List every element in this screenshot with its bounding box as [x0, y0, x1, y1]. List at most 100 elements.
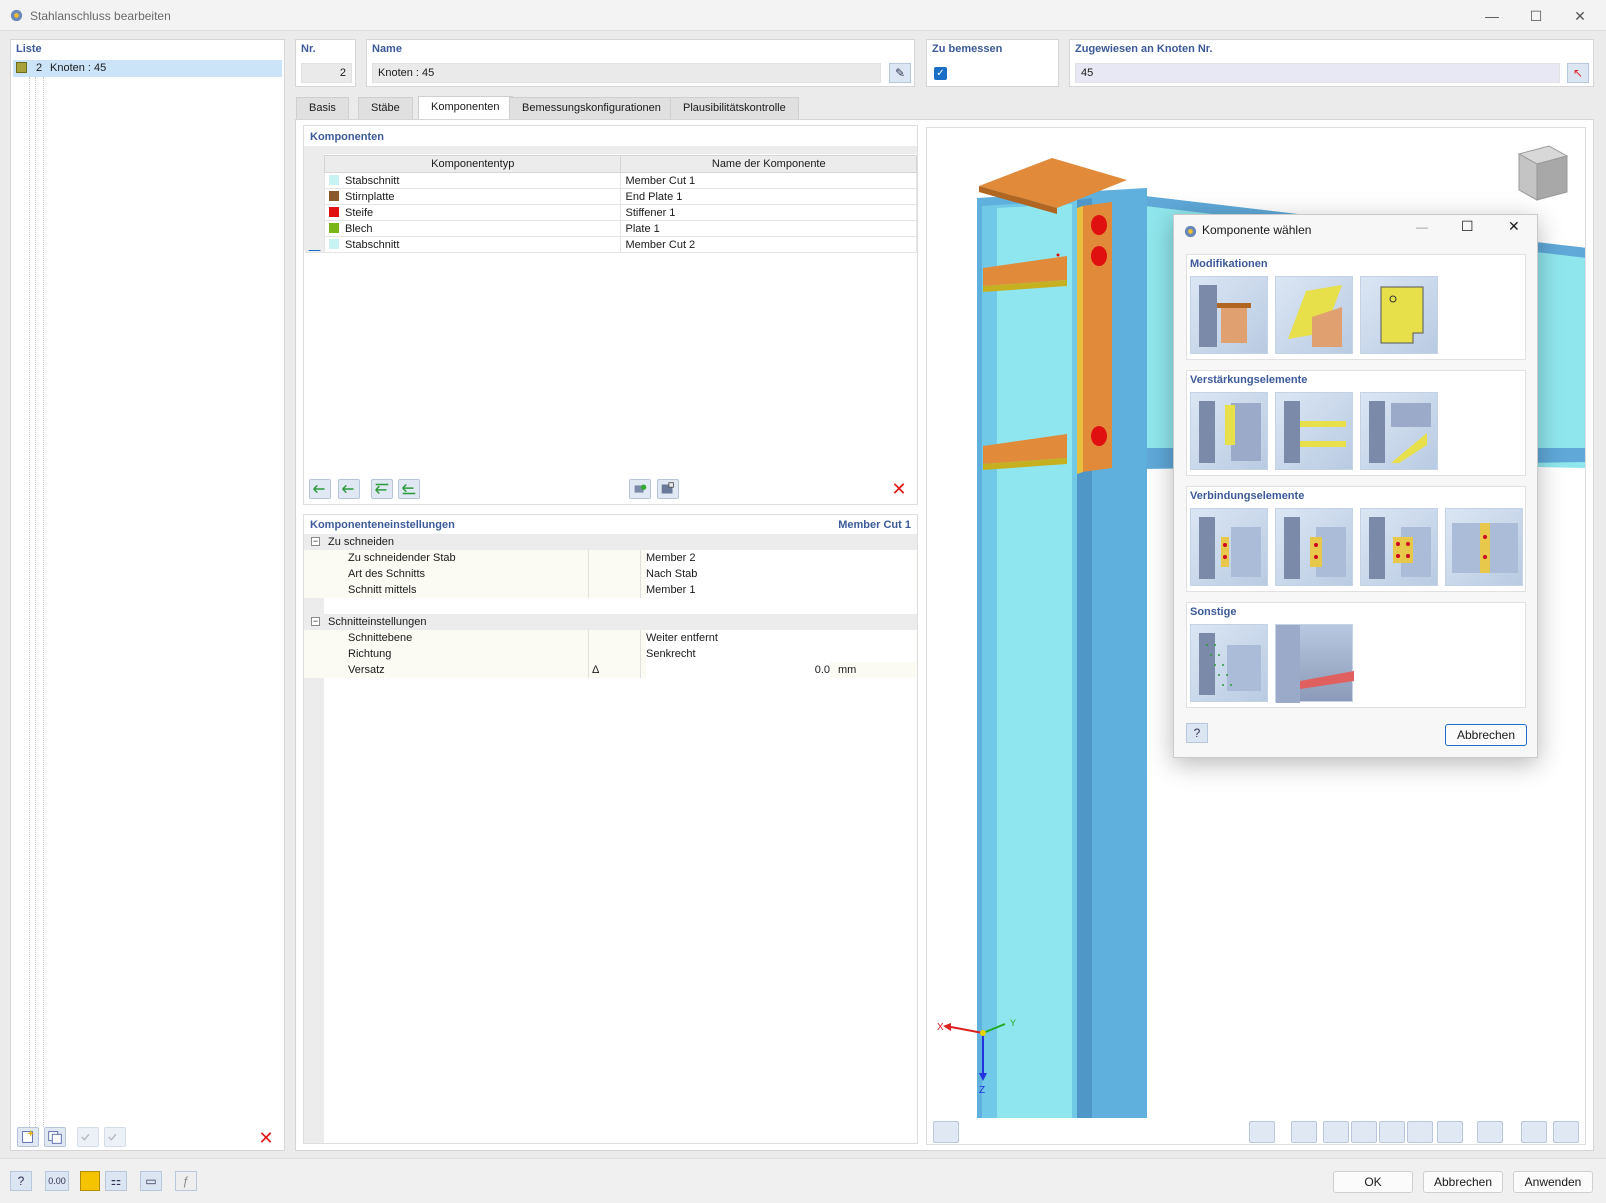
column-header-name[interactable]: Name der Komponente [620, 155, 917, 173]
property-value[interactable]: Nach Stab [646, 566, 916, 582]
edit-name-icon[interactable]: ✎ [889, 63, 911, 83]
property-row[interactable]: Art des Schnitts Nach Stab [304, 566, 917, 582]
move-top-icon[interactable] [371, 479, 393, 499]
ok-button[interactable]: OK [1333, 1171, 1413, 1193]
delete-component-icon[interactable]: ✕ [888, 479, 910, 499]
dialog-maximize-icon[interactable]: ☐ [1461, 218, 1474, 235]
member-cut-tile[interactable] [1190, 276, 1268, 354]
move-bottom-icon[interactable] [398, 479, 420, 499]
move-up-icon[interactable] [309, 479, 331, 499]
collapse-icon[interactable]: − [311, 537, 320, 546]
display-settings-icon[interactable]: ⚏ [105, 1171, 127, 1191]
component-type-cell[interactable]: Stabschnitt [324, 236, 622, 253]
component-name-cell[interactable]: Member Cut 2 [620, 236, 917, 253]
maximize-button[interactable]: ☐ [1514, 4, 1558, 28]
check-all-icon[interactable] [77, 1127, 99, 1147]
component-type-cell[interactable]: Stirnplatte [324, 188, 622, 205]
table-row[interactable]: ✓BlechPlate 1 [304, 220, 917, 237]
cancel-button[interactable]: Abbrechen [1423, 1171, 1503, 1193]
property-value[interactable]: Member 1 [646, 582, 916, 598]
tab-komponenten[interactable]: Komponenten [418, 96, 513, 120]
view-x-icon[interactable] [1323, 1121, 1349, 1143]
dialog-minimize-icon[interactable]: — [1416, 220, 1428, 234]
minimize-button[interactable]: — [1470, 4, 1514, 28]
viewport-settings-icon[interactable] [933, 1121, 959, 1143]
help-icon[interactable]: ? [10, 1171, 32, 1191]
new-item-button[interactable] [17, 1127, 39, 1147]
display-mode-icon[interactable] [1437, 1121, 1463, 1143]
numeric-format-icon[interactable]: 0.00 [45, 1171, 69, 1191]
pick-node-icon[interactable]: ↖ [1567, 63, 1589, 83]
group-schnitteinstellungen[interactable]: − Schnitteinstellungen [304, 614, 917, 630]
delete-item-icon[interactable]: ✕ [255, 1128, 277, 1148]
tab-staebe[interactable]: Stäbe [358, 97, 413, 119]
dialog-help-icon[interactable]: ? [1186, 723, 1208, 743]
table-row[interactable]: ✓SteifeStiffener 1 [304, 204, 917, 221]
color-icon[interactable] [80, 1171, 100, 1191]
table-row[interactable]: ✓StabschnittMember Cut 2 [304, 236, 917, 253]
formula-icon[interactable]: ƒ [175, 1171, 197, 1191]
component-type-cell[interactable]: Steife [324, 204, 622, 221]
design-panel: Zu bemessen ✓ [926, 39, 1059, 87]
view-cube-icon[interactable] [1509, 142, 1571, 204]
group-zu-schneiden[interactable]: − Zu schneiden [304, 534, 917, 550]
component-type-cell[interactable]: Stabschnitt [324, 172, 622, 189]
component-name-cell[interactable]: End Plate 1 [620, 188, 917, 205]
add-component-icon[interactable] [629, 479, 651, 499]
property-row[interactable]: Schnittebene Weiter entfernt [304, 630, 917, 646]
name-field[interactable]: Knoten : 45 [372, 63, 881, 83]
gusset-tile[interactable] [1360, 392, 1438, 470]
property-value[interactable]: Member 2 [646, 550, 916, 566]
property-row-versatz[interactable]: Versatz Δ 0.0 mm [304, 662, 917, 678]
component-library-icon[interactable] [657, 479, 679, 499]
component-name-cell[interactable]: Member Cut 1 [620, 172, 917, 189]
property-value[interactable]: Senkrecht [646, 646, 916, 662]
uncheck-all-icon[interactable] [104, 1127, 126, 1147]
property-row[interactable]: Zu schneidender Stab Member 2 [304, 550, 917, 566]
axis-display-icon[interactable] [1249, 1121, 1275, 1143]
bolted-plate-tile[interactable] [1360, 508, 1438, 586]
collapse-icon[interactable]: − [311, 617, 320, 626]
dialog-cancel-button[interactable]: Abbrechen [1445, 724, 1527, 746]
render-options-icon[interactable] [1291, 1121, 1317, 1143]
screen-icon[interactable]: ▭ [140, 1171, 162, 1191]
component-type-cell[interactable]: Blech [324, 220, 622, 237]
table-row[interactable]: ✓StabschnittMember Cut 1 [304, 172, 917, 189]
reset-view-icon[interactable] [1521, 1121, 1547, 1143]
weld-pattern-tile[interactable] [1190, 624, 1268, 702]
assigned-field[interactable]: 45 [1075, 63, 1560, 83]
property-row[interactable]: Richtung Senkrecht [304, 646, 917, 662]
iso-view-icon[interactable] [1477, 1121, 1503, 1143]
copy-item-button[interactable] [44, 1127, 66, 1147]
view-minus-z-icon[interactable] [1407, 1121, 1433, 1143]
property-row[interactable]: Schnitt mittels Member 1 [304, 582, 917, 598]
plate-cutout-tile[interactable] [1360, 276, 1438, 354]
column-header-type[interactable]: Komponententyp [323, 155, 622, 173]
end-plate-tile[interactable] [1275, 508, 1353, 586]
close-button[interactable]: ✕ [1558, 4, 1602, 28]
splice-plate-tile[interactable] [1445, 508, 1523, 586]
weld-detail-tile[interactable] [1275, 624, 1354, 703]
table-row[interactable]: ✓StirnplatteEnd Plate 1 [304, 188, 917, 205]
tab-basis[interactable]: Basis [296, 97, 349, 119]
fin-plate-tile[interactable] [1190, 508, 1268, 586]
view-z-icon[interactable] [1379, 1121, 1405, 1143]
view-minus-y-icon[interactable] [1351, 1121, 1377, 1143]
component-name-cell[interactable]: Stiffener 1 [620, 204, 917, 221]
component-name-cell[interactable]: Plate 1 [620, 220, 917, 237]
tab-bemessungskonfigurationen[interactable]: Bemessungskonfigurationen [509, 97, 674, 119]
move-down-icon[interactable] [338, 479, 360, 499]
settings-title: Komponenteneinstellungen [310, 519, 455, 531]
design-checkbox[interactable]: ✓ [934, 67, 947, 80]
dialog-close-icon[interactable]: ✕ [1508, 218, 1520, 235]
apply-button[interactable]: Anwenden [1513, 1171, 1593, 1193]
haunch-tile[interactable] [1275, 392, 1353, 470]
plate-tile[interactable] [1275, 276, 1353, 354]
export-view-icon[interactable] [1553, 1121, 1579, 1143]
tab-plausibilitaetskontrolle[interactable]: Plausibilitätskontrolle [670, 97, 799, 119]
property-value[interactable]: Weiter entfernt [646, 630, 916, 646]
offset-value[interactable]: 0.0 [646, 662, 830, 678]
list-item[interactable]: 2 Knoten : 45 [13, 60, 282, 77]
stiffener-tile[interactable] [1190, 392, 1268, 470]
